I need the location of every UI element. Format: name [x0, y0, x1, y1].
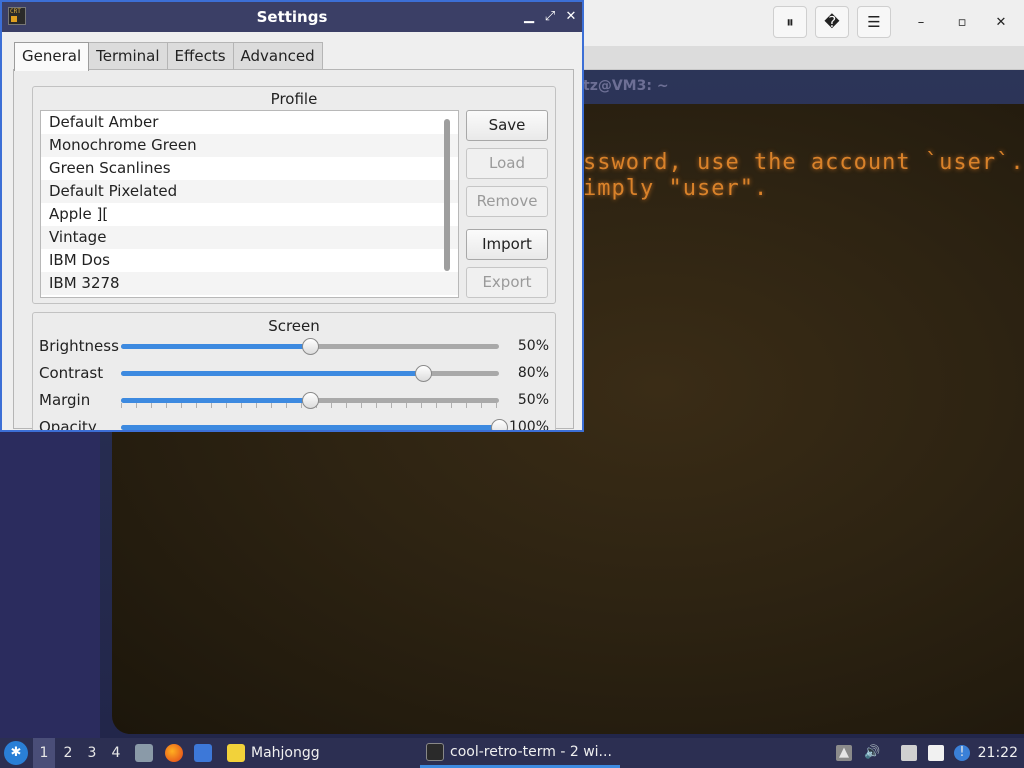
task-label: cool-retro-term - 2 wi...	[450, 743, 612, 760]
slider-value: 50%	[517, 392, 549, 408]
slider-value: 100%	[508, 419, 549, 432]
taskbar: ✱ 1 2 3 4 Mahjongg cool-retro-term - 2 w…	[0, 738, 1024, 768]
load-button[interactable]: Load	[466, 148, 548, 179]
opacity-slider[interactable]	[121, 419, 508, 430]
list-item[interactable]: Apple ][	[41, 203, 458, 226]
margin-slider-row: Margin 50%	[32, 389, 552, 411]
contrast-slider-row: Contrast 80%	[32, 362, 552, 384]
list-item[interactable]: Default Amber	[41, 111, 458, 134]
list-item[interactable]: Monochrome Green	[41, 134, 458, 157]
brightness-slider[interactable]	[121, 338, 499, 355]
clock: 21:22	[977, 745, 1018, 761]
minimize-icon[interactable]: ▁	[520, 7, 538, 27]
firefox-icon[interactable]	[165, 744, 183, 762]
terminal-menubar	[583, 46, 1024, 70]
tab-general[interactable]: General	[14, 42, 90, 71]
tray-arrow-icon[interactable]: ▲	[836, 745, 852, 761]
slider-label: Contrast	[39, 364, 104, 382]
start-menu-button[interactable]: ✱	[4, 741, 28, 765]
volume-icon[interactable]: 🔊	[864, 745, 880, 761]
close-icon[interactable]: ✕	[989, 10, 1013, 34]
settings-dialog: CRT Settings ▁ ⤢ ✕ General Terminal Effe…	[0, 0, 584, 432]
list-item[interactable]: Vintage	[41, 226, 458, 249]
remove-button[interactable]: Remove	[466, 186, 548, 217]
settings-tabs: General Terminal Effects Advanced	[14, 42, 323, 71]
terminal-tab-title: tz@VM3: ~	[583, 78, 669, 94]
network-icon[interactable]	[901, 745, 917, 761]
menu-button[interactable]: ☰	[857, 6, 891, 38]
brightness-slider-row: Brightness 50%	[32, 335, 552, 357]
workspace-1[interactable]: 1	[33, 738, 55, 768]
list-scrollbar[interactable]	[444, 119, 450, 271]
list-item[interactable]: Default Pixelated	[41, 180, 458, 203]
terminal-titlebar: ⏸ � ☰ – ▫ ✕	[583, 0, 1024, 46]
tab-effects[interactable]: Effects	[166, 42, 234, 70]
terminal-line: ssword, use the account `user`.	[583, 150, 1024, 175]
slider-value: 50%	[517, 338, 549, 354]
settings-titlebar[interactable]: CRT Settings ▁ ⤢ ✕	[2, 2, 582, 32]
list-item[interactable]: Green Scanlines	[41, 157, 458, 180]
opacity-slider-row: Opacity 100%	[32, 416, 552, 432]
pause-button[interactable]: ⏸	[773, 6, 807, 38]
dialog-title: Settings	[256, 8, 328, 26]
restore-icon[interactable]: ⤢	[541, 7, 559, 27]
workspace-2[interactable]: 2	[57, 738, 79, 768]
slider-label: Opacity	[39, 418, 97, 432]
task-mahjongg[interactable]: Mahjongg	[227, 738, 320, 768]
slider-handle[interactable]	[302, 338, 319, 355]
slider-label: Margin	[39, 391, 91, 409]
file-manager-icon[interactable]	[135, 744, 153, 762]
minimize-icon[interactable]: –	[909, 10, 933, 34]
screen-group-title: Screen	[268, 317, 320, 335]
workspace-4[interactable]: 4	[105, 738, 127, 768]
task-label: Mahjongg	[251, 745, 320, 761]
import-button[interactable]: Import	[466, 229, 548, 260]
mahjongg-icon	[227, 744, 245, 762]
export-button[interactable]: Export	[466, 267, 548, 298]
tab-advanced[interactable]: Advanced	[232, 42, 323, 70]
save-button[interactable]: Save	[466, 110, 548, 141]
profile-group-title: Profile	[270, 90, 318, 108]
workspace-3[interactable]: 3	[81, 738, 103, 768]
clipboard-icon[interactable]	[928, 745, 944, 761]
desktop-icon[interactable]	[194, 744, 212, 762]
slider-label: Brightness	[39, 337, 119, 355]
maximize-icon[interactable]: ▫	[950, 10, 974, 34]
slider-handle[interactable]	[302, 392, 319, 409]
list-item[interactable]: IBM 3278	[41, 272, 458, 295]
slider-handle[interactable]	[491, 419, 508, 430]
slider-value: 80%	[517, 365, 549, 381]
slider-handle[interactable]	[415, 365, 433, 382]
contrast-slider[interactable]	[121, 365, 499, 382]
help-button[interactable]: �	[815, 6, 849, 38]
list-item[interactable]: IBM Dos	[41, 249, 458, 272]
crt-icon	[426, 742, 444, 761]
profile-list[interactable]: Default Amber Monochrome Green Green Sca…	[40, 110, 459, 298]
tab-terminal[interactable]: Terminal	[88, 42, 168, 70]
margin-slider[interactable]	[121, 392, 499, 409]
terminal-line: imply "user".	[583, 176, 769, 201]
notification-icon[interactable]: !	[954, 745, 970, 761]
close-icon[interactable]: ✕	[562, 7, 580, 27]
task-cool-retro-term[interactable]: cool-retro-term - 2 wi...	[420, 738, 620, 768]
